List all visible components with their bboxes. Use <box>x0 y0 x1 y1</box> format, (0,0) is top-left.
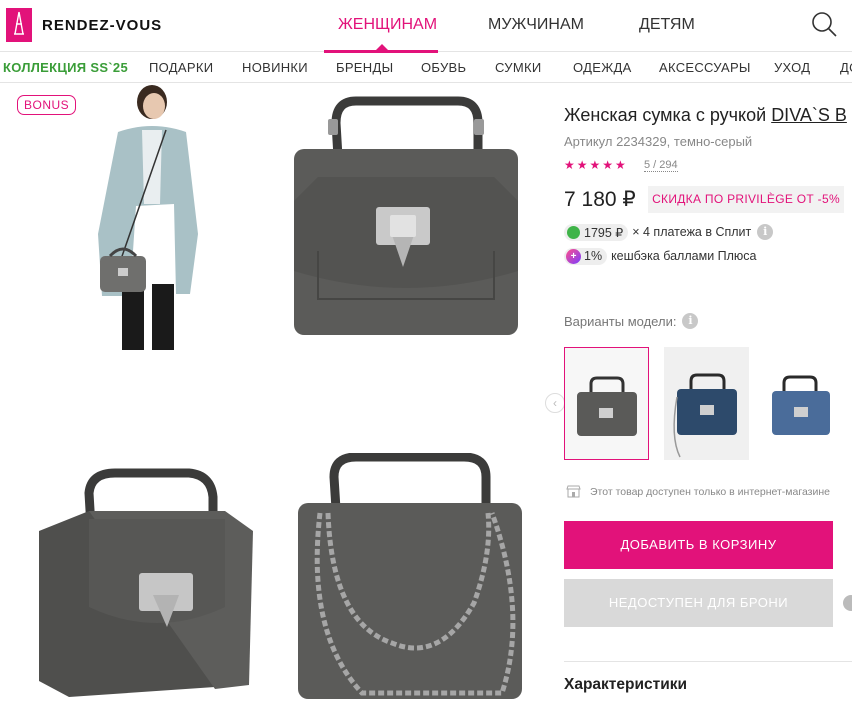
reserve-info-icon[interactable] <box>843 595 852 611</box>
category-gifts[interactable]: ПОДАРКИ <box>149 60 213 75</box>
variants-label: Варианты модели: i <box>564 313 699 329</box>
characteristics-heading[interactable]: Характеристики <box>564 676 687 694</box>
category-care[interactable]: УХОД <box>774 60 810 75</box>
carousel-prev-button[interactable]: ‹ <box>545 393 565 413</box>
category-shoes[interactable]: ОБУВЬ <box>421 60 466 75</box>
privilege-discount-badge[interactable]: СКИДКА ПО PRIVILÈGE ОТ -5% <box>648 186 844 213</box>
category-nav: КОЛЛЕКЦИЯ SS`25 ПОДАРКИ НОВИНКИ БРЕНДЫ О… <box>0 53 852 83</box>
category-new[interactable]: НОВИНКИ <box>242 60 308 75</box>
variant-thumb-grey[interactable] <box>564 347 649 460</box>
cashback-pct: 1% <box>584 249 603 263</box>
cashback-pill: + 1% <box>564 247 608 265</box>
variant-thumb-blue[interactable] <box>764 347 852 460</box>
split-text: × 4 платежа в Сплит <box>632 225 752 239</box>
nav-men[interactable]: МУЖЧИНАМ <box>488 16 584 34</box>
bonus-badge: BONUS <box>17 95 77 115</box>
cashback-row: + 1% кешбэка баллами Плюса <box>564 247 757 265</box>
reserve-button[interactable]: НЕДОСТУПЕН ДЛЯ БРОНИ <box>564 579 833 627</box>
nav-kids[interactable]: ДЕТЯМ <box>639 16 695 34</box>
search-icon <box>812 12 837 37</box>
info-icon[interactable]: i <box>757 224 774 240</box>
category-bags[interactable]: СУМКИ <box>495 60 541 75</box>
category-collection[interactable]: КОЛЛЕКЦИЯ SS`25 <box>3 60 128 75</box>
brand-link[interactable]: DIVA`S B <box>771 105 847 125</box>
category-clothing[interactable]: ОДЕЖДА <box>573 60 632 75</box>
split-icon <box>567 225 580 239</box>
product-price: 7 180 ₽ <box>564 188 636 211</box>
divider <box>564 661 852 662</box>
variants-info-icon[interactable]: i <box>682 313 699 329</box>
reviews-link[interactable]: 5 / 294 <box>644 159 678 172</box>
top-header: RENDEZ-VOUS ЖЕНЩИНАМ МУЖЧИНАМ ДЕТЯМ <box>0 0 852 53</box>
plus-icon: + <box>566 248 581 264</box>
shop-icon <box>566 485 581 498</box>
split-amount: 1795 ₽ <box>584 225 624 240</box>
product-photo-model[interactable] <box>58 84 201 350</box>
add-to-cart-button[interactable]: ДОБАВИТЬ В КОРЗИНУ <box>564 521 833 569</box>
split-pill: 1795 ₽ <box>564 223 629 241</box>
product-title-prefix: Женская сумка с ручкой <box>564 105 767 125</box>
product-photo-front[interactable] <box>288 95 524 340</box>
rating-stars: ★★★★★ <box>564 158 628 172</box>
online-note-text: Этот товар доступен только в интернет-ма… <box>590 485 830 498</box>
cashback-text: кешбэка баллами Плюса <box>611 249 757 263</box>
active-nav-caret-icon <box>376 44 388 50</box>
product-photo-back[interactable] <box>292 452 528 706</box>
online-only-note: Этот товар доступен только в интернет-ма… <box>566 485 830 498</box>
gender-nav: ЖЕНЩИНАМ МУЖЧИНАМ ДЕТЯМ <box>0 0 852 53</box>
product-title: Женская сумка с ручкой DIVA`S B <box>564 105 852 126</box>
category-brands[interactable]: БРЕНДЫ <box>336 60 393 75</box>
product-photo-angle[interactable] <box>29 467 261 707</box>
search-button[interactable] <box>810 10 840 40</box>
nav-women[interactable]: ЖЕНЩИНАМ <box>338 16 437 34</box>
product-sku: Артикул 2234329, темно-серый <box>564 134 753 149</box>
variants-label-text: Варианты модели: <box>564 313 677 329</box>
split-payment-row: 1795 ₽ × 4 платежа в Сплит i <box>564 223 774 241</box>
variant-thumb-navy[interactable] <box>664 347 749 460</box>
category-more[interactable]: ДО <box>840 60 852 75</box>
category-accessories[interactable]: АКСЕССУАРЫ <box>659 60 751 75</box>
